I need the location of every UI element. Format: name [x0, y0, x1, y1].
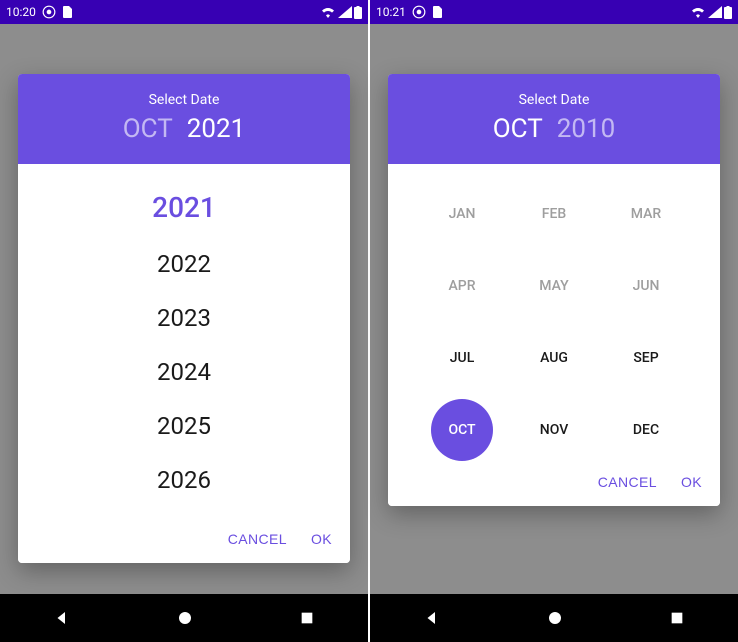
status-bar: 10:21 [370, 0, 738, 24]
home-icon[interactable] [176, 609, 194, 627]
month-option[interactable]: AUG [508, 348, 600, 368]
dialog-actions: CANCEL OK [388, 460, 720, 506]
year-option[interactable]: 2026 [18, 453, 350, 507]
header-year[interactable]: 2010 [557, 114, 615, 144]
dialog-backdrop[interactable]: Select Date OCT 2021 2021202220232024202… [0, 24, 368, 594]
month-option[interactable]: MAY [508, 276, 600, 296]
ok-button[interactable]: OK [311, 531, 332, 547]
wifi-icon [690, 6, 706, 18]
status-bar: 10:20 [0, 0, 368, 24]
header-month[interactable]: OCT [123, 114, 173, 144]
dialog-header: Select Date OCT 2010 [388, 74, 720, 164]
month-option[interactable]: MAR [600, 204, 692, 224]
month-option[interactable]: DEC [600, 420, 692, 440]
navigation-bar [370, 594, 738, 642]
sim-icon [432, 6, 442, 18]
header-title: Select Date [18, 92, 350, 108]
back-icon[interactable] [423, 609, 441, 627]
cancel-button[interactable]: CANCEL [598, 474, 657, 490]
battery-icon [354, 6, 362, 19]
recent-icon[interactable] [669, 610, 685, 626]
month-grid[interactable]: JANFEBMAR APRMAYJUN JULAUGSEP OCTNOVDEC [388, 164, 720, 460]
home-icon[interactable] [546, 609, 564, 627]
year-option[interactable]: 2021 [18, 178, 350, 237]
date-picker-dialog: Select Date OCT 2021 2021202220232024202… [18, 74, 350, 563]
year-list[interactable]: 202120222023202420252026 [18, 164, 350, 517]
year-option[interactable]: 2024 [18, 345, 350, 399]
month-option[interactable]: SEP [600, 348, 692, 368]
dialog-actions: CANCEL OK [18, 517, 350, 563]
header-year[interactable]: 2021 [187, 114, 245, 144]
wifi-icon [320, 6, 336, 18]
month-option[interactable]: JUL [416, 348, 508, 368]
phone-left: 10:20 Select Date OCT [0, 0, 368, 642]
circle-dot-icon [42, 5, 56, 19]
battery-icon [724, 6, 732, 19]
back-icon[interactable] [53, 609, 71, 627]
month-option[interactable]: OCT [416, 420, 508, 440]
month-option[interactable]: JUN [600, 276, 692, 296]
date-picker-dialog: Select Date OCT 2010 JANFEBMARAPRMAYJUNJ… [388, 74, 720, 506]
year-option[interactable]: 2023 [18, 291, 350, 345]
month-option[interactable]: JAN [416, 204, 508, 224]
phone-right: 10:21 Select Date OCT [370, 0, 738, 642]
month-option[interactable]: NOV [508, 420, 600, 440]
ok-button[interactable]: OK [681, 474, 702, 490]
month-option[interactable]: APR [416, 276, 508, 296]
signal-icon [708, 6, 722, 18]
recent-icon[interactable] [299, 610, 315, 626]
status-time: 10:21 [376, 5, 406, 19]
year-option[interactable]: 2022 [18, 237, 350, 291]
cancel-button[interactable]: CANCEL [228, 531, 287, 547]
circle-dot-icon [412, 5, 426, 19]
header-title: Select Date [388, 92, 720, 108]
navigation-bar [0, 594, 368, 642]
status-time: 10:20 [6, 5, 36, 19]
sim-icon [62, 6, 72, 18]
header-month[interactable]: OCT [493, 114, 543, 144]
dialog-header: Select Date OCT 2021 [18, 74, 350, 164]
signal-icon [338, 6, 352, 18]
month-option[interactable]: FEB [508, 204, 600, 224]
dialog-backdrop[interactable]: Select Date OCT 2010 JANFEBMARAPRMAYJUNJ… [370, 24, 738, 594]
year-option[interactable]: 2025 [18, 399, 350, 453]
